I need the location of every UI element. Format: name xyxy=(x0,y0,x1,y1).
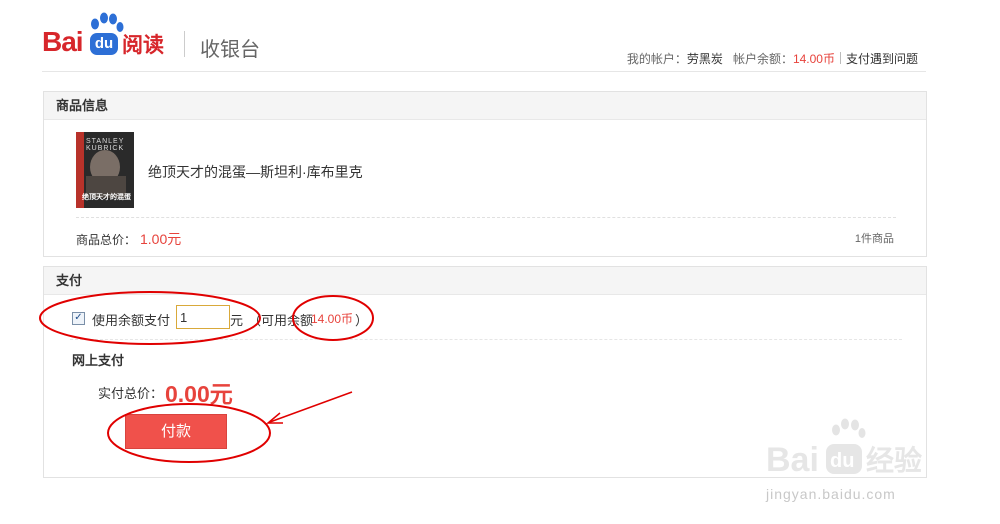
page-title: 收银台 xyxy=(200,37,260,61)
available-prefix: （可用余额 xyxy=(248,313,314,328)
use-balance-checkbox[interactable]: ✓ xyxy=(72,312,85,325)
online-pay-title: 网上支付 xyxy=(72,353,125,368)
account-name[interactable]: 劳黑炭 xyxy=(687,52,723,66)
balance-label: 帐户余额： xyxy=(732,52,793,66)
available-suffix: ） xyxy=(355,313,369,328)
logo-text-bai: Bai xyxy=(42,26,84,57)
logo-text-du: du xyxy=(90,33,118,55)
header-divider xyxy=(42,71,926,72)
unit-label: 元 xyxy=(230,313,244,328)
book-cover[interactable]: STANLEY KUBRICK 绝顶天才的混蛋 xyxy=(76,132,134,208)
pay-button[interactable]: 付款 xyxy=(125,414,227,449)
pay-panel: 支付 ✓ 使用余额支付 元 （可用余额 14.00币 ） 网上支付 实付总价： … xyxy=(43,266,927,478)
total-value: 1.00元 xyxy=(140,231,182,247)
divider xyxy=(76,217,896,218)
watermark-url: jingyan.baidu.com xyxy=(766,486,896,502)
total-label: 商品总价： xyxy=(76,233,137,247)
product-panel-title: 商品信息 xyxy=(44,92,926,120)
available-amount: 14.00币 xyxy=(311,312,354,326)
divider xyxy=(70,339,902,340)
book-title[interactable]: 绝顶天才的混蛋—斯坦利·库布里克 xyxy=(148,162,363,182)
logo-text-read: 阅读 xyxy=(122,33,164,57)
product-panel: 商品信息 STANLEY KUBRICK 绝顶天才的混蛋 绝顶天才的混蛋—斯坦利… xyxy=(43,91,927,257)
actual-total-label: 实付总价： xyxy=(98,386,164,401)
account-label: 我的帐户： xyxy=(626,52,687,66)
cover-title-text: 绝顶天才的混蛋 xyxy=(82,194,131,201)
balance-value: 14.00币 xyxy=(792,52,835,66)
balance-amount-input[interactable] xyxy=(176,305,230,329)
pay-panel-title: 支付 xyxy=(44,267,926,295)
logo-divider xyxy=(184,31,185,57)
actual-total-value: 0.00元 xyxy=(165,381,233,407)
account-info: 我的帐户：劳黑炭 帐户余额：14.00币 支付遇到问题 xyxy=(627,50,918,67)
use-balance-label[interactable]: 使用余额支付 xyxy=(92,310,170,329)
help-link[interactable]: 支付遇到问题 xyxy=(846,52,918,66)
cover-author-text: STANLEY KUBRICK xyxy=(86,138,125,152)
item-count: 1件商品 xyxy=(854,233,894,245)
divider xyxy=(839,52,841,64)
